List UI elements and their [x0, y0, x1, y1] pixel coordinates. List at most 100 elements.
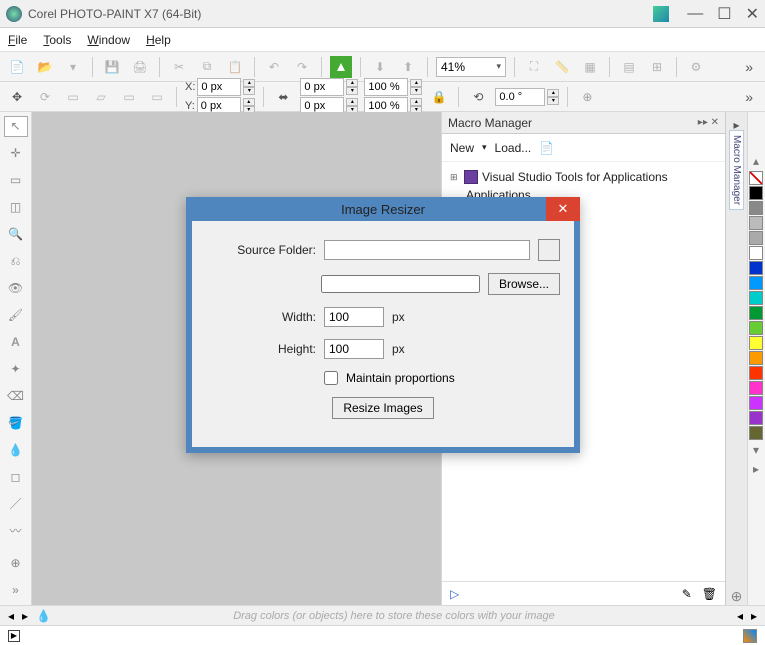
color-swatch[interactable]: [749, 186, 763, 200]
guidelines-button: ▤: [618, 56, 640, 78]
rotation-spinner[interactable]: ▴▾: [547, 89, 559, 105]
new-file-button[interactable]: 📄: [6, 56, 28, 78]
eyedropper-icon[interactable]: 💧: [36, 609, 51, 623]
palette-next[interactable]: ▸: [22, 609, 28, 623]
lock-ratio-icon[interactable]: 🔒: [428, 86, 450, 108]
add-docker-icon[interactable]: ⊕: [731, 588, 743, 605]
line-tool[interactable]: ／: [4, 493, 28, 514]
pin-icon[interactable]: ▸▸ ✕: [698, 117, 719, 128]
propc-icon: ▭: [118, 86, 140, 108]
tabs-scroll-up[interactable]: ▸: [733, 118, 739, 128]
color-swatch[interactable]: [749, 261, 763, 275]
dest-folder-input[interactable]: [321, 275, 480, 293]
no-color-swatch[interactable]: [749, 171, 763, 185]
width-field[interactable]: [324, 307, 384, 327]
pick-tool[interactable]: ↖: [4, 116, 28, 137]
color-swatch[interactable]: [749, 306, 763, 320]
x-spinner[interactable]: ▴▾: [243, 79, 255, 95]
menu-window[interactable]: Window: [87, 33, 130, 47]
minimize-button[interactable]: —: [687, 5, 703, 23]
propertybar-overflow[interactable]: »: [739, 89, 759, 105]
color-swatch[interactable]: [749, 351, 763, 365]
launcher-button[interactable]: [330, 56, 352, 78]
zoom-tool[interactable]: 🔍: [4, 224, 28, 245]
color-swatch[interactable]: [749, 216, 763, 230]
palette-scroll-up[interactable]: ▴: [749, 152, 763, 170]
crop-tool[interactable]: ✛: [4, 143, 28, 164]
color-swatch[interactable]: [749, 201, 763, 215]
macro-manager-tab[interactable]: Macro Manager: [729, 130, 744, 210]
shape-tool[interactable]: ◻: [4, 466, 28, 487]
palette-scroll-down[interactable]: ▾: [749, 441, 763, 459]
palette-menu[interactable]: ▸: [749, 460, 763, 478]
palette-right-prev[interactable]: ◂: [737, 609, 743, 623]
run-macro-icon[interactable]: ▷: [450, 587, 459, 601]
x-input[interactable]: [197, 78, 241, 96]
expand-icon[interactable]: ⊞: [450, 172, 460, 183]
dialog-titlebar[interactable]: Image Resizer ✕: [186, 197, 580, 221]
macro-options-icon[interactable]: 📄: [539, 141, 554, 155]
eyedropper-tool[interactable]: 💧: [4, 439, 28, 460]
scalex-spinner[interactable]: ▴▾: [410, 79, 422, 95]
color-swatch[interactable]: [749, 246, 763, 260]
y-label: Y:: [185, 100, 195, 112]
color-swatch[interactable]: [749, 381, 763, 395]
palette-prev[interactable]: ◂: [8, 609, 14, 623]
width-input[interactable]: [300, 78, 344, 96]
clone-tool[interactable]: ⎌: [4, 251, 28, 272]
toolbox: ↖ ✛ ▭ ◫ 🔍 ⎌ 👁 🖌 A ✦ ⌫ 🪣 💧 ◻ ／ 〰 ⊕ »: [0, 112, 32, 605]
path-tool[interactable]: 〰: [4, 520, 28, 541]
brush-tool[interactable]: 🖌: [4, 305, 28, 326]
width-spinner[interactable]: ▴▾: [346, 79, 358, 95]
apply-button[interactable]: ⊕: [576, 86, 598, 108]
text-tool[interactable]: A: [4, 332, 28, 353]
color-swatch[interactable]: [749, 276, 763, 290]
effect-tool[interactable]: ✦: [4, 358, 28, 379]
zoom-combo[interactable]: 41%▾: [436, 57, 506, 77]
tree-item[interactable]: ⊞Visual Studio Tools for Applications: [446, 168, 721, 186]
menu-file[interactable]: File: [8, 33, 27, 47]
source-folder-input[interactable]: [324, 240, 530, 260]
menu-help[interactable]: Help: [146, 33, 171, 47]
edit-macro-icon[interactable]: ✎: [682, 587, 692, 601]
color-swatch[interactable]: [749, 291, 763, 305]
docker-header[interactable]: Macro Manager ▸▸ ✕: [442, 112, 725, 134]
color-swatch[interactable]: [749, 321, 763, 335]
maintain-proportions-checkbox[interactable]: [324, 371, 338, 385]
add-tool[interactable]: ⊕: [4, 553, 28, 574]
color-swatch[interactable]: [749, 366, 763, 380]
palette-right-next[interactable]: ▸: [751, 609, 757, 623]
color-swatch[interactable]: [749, 411, 763, 425]
color-proof-icon[interactable]: [743, 629, 757, 643]
new-macro-button[interactable]: New: [450, 141, 474, 155]
eraser-tool[interactable]: ⌫: [4, 385, 28, 406]
open-file-button[interactable]: 📂: [34, 56, 56, 78]
fill-tool[interactable]: 🪣: [4, 412, 28, 433]
height-field[interactable]: [324, 339, 384, 359]
status-indicator-icon: [653, 6, 669, 22]
delete-macro-icon[interactable]: 🗑: [702, 587, 717, 601]
menu-tools[interactable]: Tools: [43, 33, 71, 47]
toolbar-overflow[interactable]: »: [739, 59, 759, 75]
rotation-input[interactable]: [495, 88, 545, 106]
load-macro-button[interactable]: Load...: [495, 141, 532, 155]
property-bar: ✥ ⟳ ▭ ▱ ▭ ▭ X:▴▾ Y:▴▾ ⬌ ▴▾ ▴▾ ▴▾ ▴▾ 🔒 ⟲ …: [0, 82, 765, 112]
color-swatch[interactable]: [749, 231, 763, 245]
transform-tool[interactable]: ◫: [4, 197, 28, 218]
browse-dest-button[interactable]: Browse...: [488, 273, 560, 295]
color-swatch[interactable]: [749, 336, 763, 350]
color-swatch[interactable]: [749, 426, 763, 440]
browse-source-button: [538, 239, 560, 261]
close-button[interactable]: ✕: [746, 4, 759, 24]
toolbox-overflow[interactable]: »: [4, 580, 28, 601]
color-swatch[interactable]: [749, 396, 763, 410]
scalex-input[interactable]: [364, 78, 408, 96]
play-icon[interactable]: ▶: [8, 630, 20, 642]
maximize-button[interactable]: ☐: [717, 4, 731, 24]
resize-images-button[interactable]: Resize Images: [332, 397, 433, 419]
redeye-tool[interactable]: 👁: [4, 278, 28, 299]
new-macro-dropdown[interactable]: ▾: [482, 142, 487, 153]
dialog-close-button[interactable]: ✕: [546, 197, 580, 221]
undo-button: ↶: [263, 56, 285, 78]
mask-tool[interactable]: ▭: [4, 170, 28, 191]
